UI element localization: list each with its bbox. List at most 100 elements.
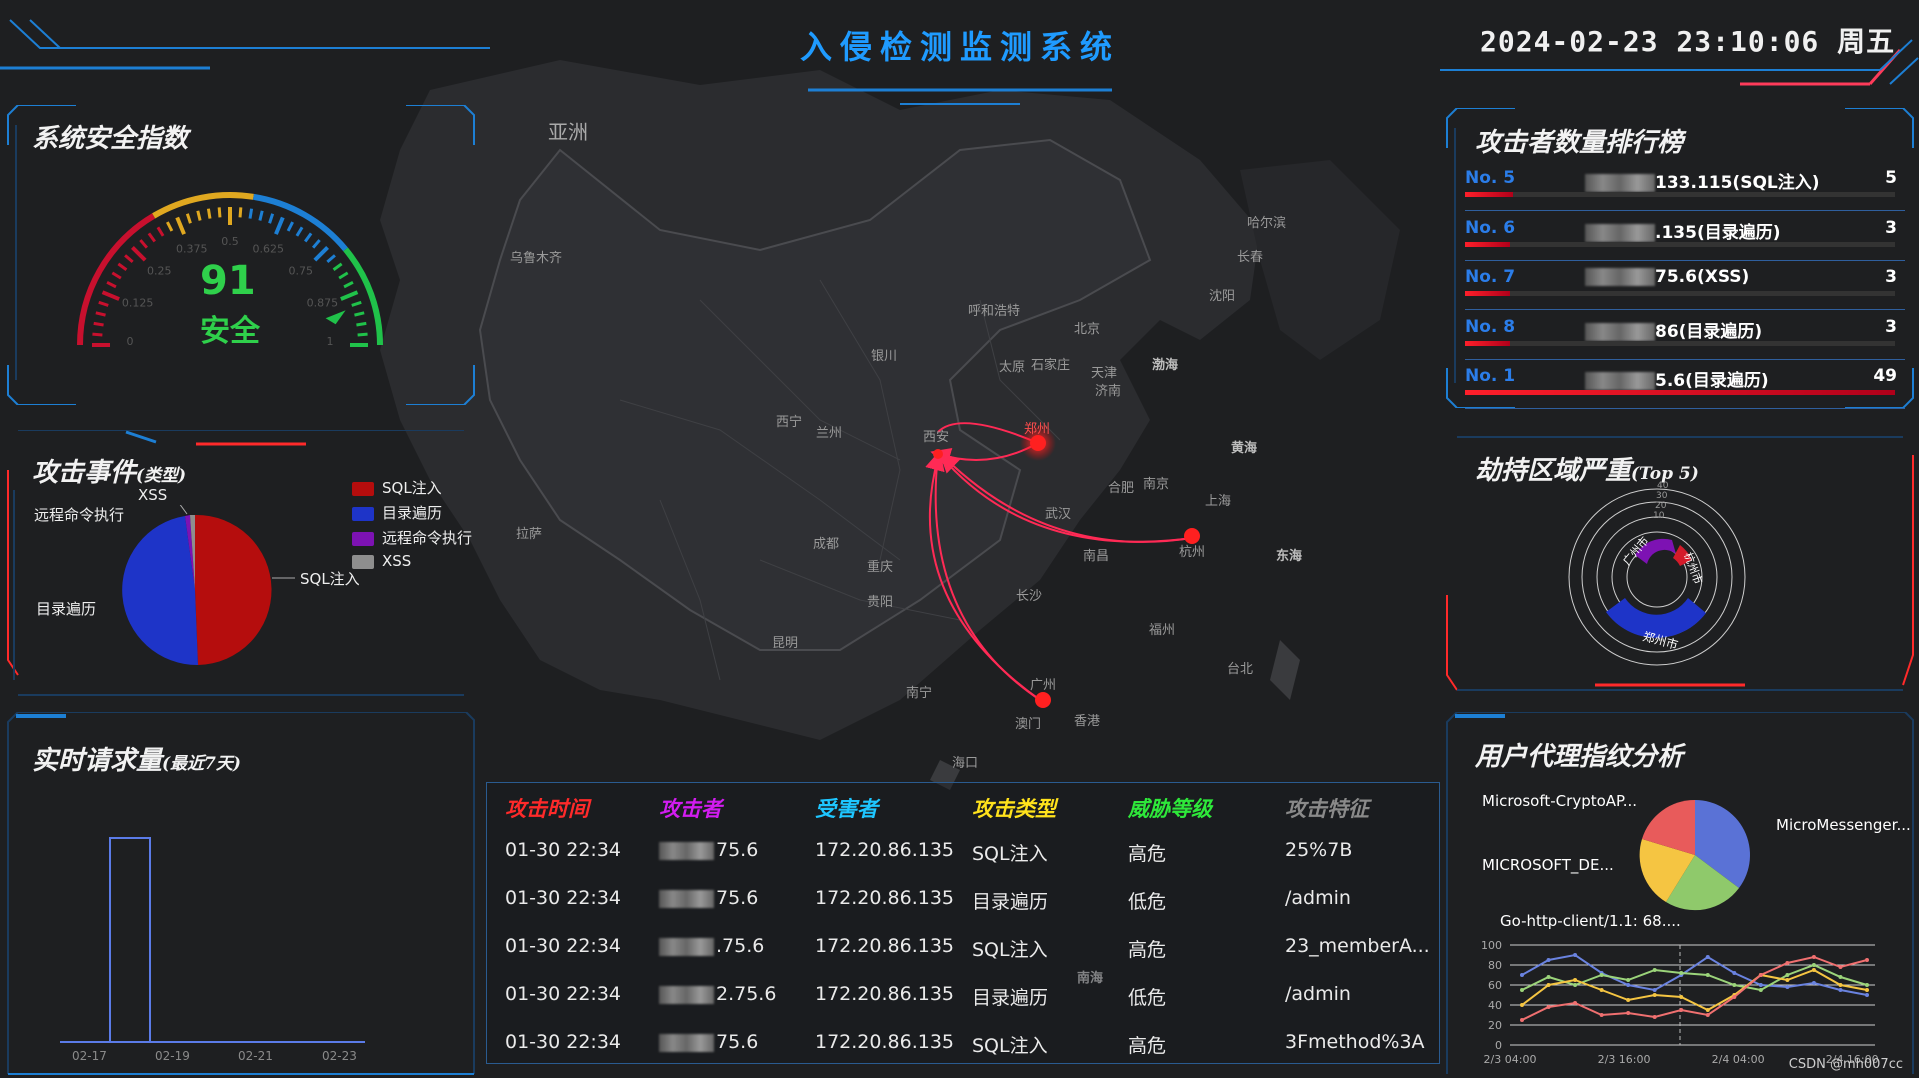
table-cell-attacker: 2.75.6 xyxy=(659,983,776,1005)
city-label: 兰州 xyxy=(816,426,843,441)
table-header[interactable]: 攻击者 xyxy=(659,793,722,823)
legend-swatch xyxy=(352,531,374,546)
city-label: 广州 xyxy=(1030,678,1057,693)
y-tick-label: 40 xyxy=(1488,999,1502,1012)
rank-count: 3 xyxy=(1885,316,1897,337)
table-cell-level: 高危 xyxy=(1128,1035,1167,1057)
table-cell-time: 01-30 22:34 xyxy=(505,839,622,861)
table-cell-feature: /admin xyxy=(1285,983,1351,1005)
y-tick-label: 100 xyxy=(1481,939,1502,952)
city-label: 合肥 xyxy=(1108,481,1135,496)
table-row[interactable]: 01-30 22:34 75.6 172.20.86.135 SQL注入 高危 3Fmet… xyxy=(487,1025,1437,1065)
table-cell-attacker: 75.6 xyxy=(659,839,758,861)
x-tick-label: 02-21 xyxy=(238,1049,273,1060)
table-header[interactable]: 威胁等级 xyxy=(1128,793,1212,823)
table-cell-attacker: .75.6 xyxy=(659,935,764,957)
y-tick-label: 80 xyxy=(1488,959,1502,972)
table-cell-time: 01-30 22:34 xyxy=(505,1031,622,1053)
legend-item[interactable]: SQL注入 xyxy=(352,477,442,498)
gauge-tick-label: 0.5 xyxy=(221,235,239,248)
rank-attacker-ip: 86(目录遍历) xyxy=(1585,317,1845,342)
legend-item[interactable]: XSS xyxy=(352,552,411,570)
table-cell-level: 低危 xyxy=(1128,987,1167,1009)
city-label: 武汉 xyxy=(1045,507,1072,522)
table-cell-type: SQL注入 xyxy=(972,939,1048,961)
city-label: 长春 xyxy=(1237,250,1264,265)
x-tick-label: 02-17 xyxy=(72,1049,107,1060)
legend-swatch xyxy=(352,481,374,496)
city-label: 郑州 xyxy=(1024,422,1051,437)
table-cell-feature: 23_memberA... xyxy=(1285,935,1430,957)
rank-bar-track xyxy=(1465,192,1895,197)
hijack-polar-chart: 郑州市 广州市 杭州市 10 20 30 40 xyxy=(1568,481,1746,666)
ranking-row[interactable]: No. 8 86(目录遍历) 3 xyxy=(1465,311,1905,360)
redacted-ip xyxy=(659,937,714,956)
city-label: 福州 xyxy=(1149,623,1176,638)
table-row[interactable]: 01-30 22:34 2.75.6 172.20.86.135 目录遍历 低危/adm… xyxy=(487,977,1437,1017)
legend-swatch xyxy=(352,554,374,569)
gauge-pointer xyxy=(325,310,346,325)
rank-bar-track xyxy=(1465,340,1895,346)
table-cell-type: 目录遍历 xyxy=(972,987,1049,1009)
table-cell-type: 目录遍历 xyxy=(972,891,1049,913)
city-label: 澳门 xyxy=(1015,717,1042,732)
city-label: 重庆 xyxy=(867,560,894,575)
page-title: 入侵检测监测系统 xyxy=(799,28,1120,66)
table-row[interactable]: 01-30 22:34 75.6 172.20.86.135 目录遍历 低危/admin xyxy=(487,881,1437,921)
gauge-tick-label: 0.75 xyxy=(288,264,313,277)
city-label: 南宁 xyxy=(906,686,933,701)
city-label: 台北 xyxy=(1227,662,1254,677)
city-label: 长沙 xyxy=(1016,589,1043,604)
gauge-tick-label: 0.375 xyxy=(176,243,208,256)
gauge-tick-label: 0.25 xyxy=(147,264,172,277)
gauge-tick-label: 1 xyxy=(327,335,334,348)
city-label: 成都 xyxy=(813,537,840,552)
ranking-row[interactable]: No. 7 75.6(XSS) 3 xyxy=(1465,261,1905,310)
rank-number: No. 5 xyxy=(1465,168,1516,188)
redacted-ip xyxy=(659,889,714,908)
rank-attacker-ip: .135(目录遍历) xyxy=(1585,218,1845,243)
table-cell-victim: 172.20.86.135 xyxy=(815,839,955,861)
table-header[interactable]: 受害者 xyxy=(815,793,878,823)
table-cell-time: 01-30 22:34 xyxy=(505,887,622,909)
table-header[interactable]: 攻击类型 xyxy=(972,793,1056,823)
city-label: 呼和浩特 xyxy=(968,304,1021,319)
legend-item[interactable]: 目录遍历 xyxy=(352,502,442,523)
redacted-ip xyxy=(1585,174,1655,192)
rank-count: 49 xyxy=(1873,366,1897,386)
ua-label: Microsoft-CryptoAP... xyxy=(1482,792,1638,810)
pie-label-dir: 目录遍历 xyxy=(36,600,97,618)
ranking-row[interactable]: No. 5 133.115(SQL注入) 5 xyxy=(1465,162,1905,211)
attack-table: 攻击时间 攻击者 受害者 攻击类型 威胁等级 攻击特征 01-30 22:34 75.6 172… xyxy=(486,782,1440,1064)
sea-label: 黄海 xyxy=(1231,441,1258,456)
redacted-ip xyxy=(1585,372,1655,390)
table-header[interactable]: 攻击特征 xyxy=(1285,793,1369,823)
city-label: 南昌 xyxy=(1083,549,1110,564)
city-label: 哈尔滨 xyxy=(1247,216,1287,231)
city-label: 乌鲁木齐 xyxy=(510,251,563,266)
table-cell-victim: 172.20.86.135 xyxy=(815,887,955,909)
table-cell-type: SQL注入 xyxy=(972,1035,1048,1057)
table-cell-time: 01-30 22:34 xyxy=(505,935,622,957)
gauge-tick-label: 0.125 xyxy=(122,297,154,310)
rank-number: No. 6 xyxy=(1465,217,1516,238)
x-tick-label: 02-19 xyxy=(155,1049,190,1060)
svg-text:20: 20 xyxy=(1655,501,1667,511)
city-label: 上海 xyxy=(1205,494,1232,509)
table-header[interactable]: 攻击时间 xyxy=(505,793,589,823)
table-cell-feature: 25%7B xyxy=(1285,839,1353,861)
legend-item[interactable]: 远程命令执行 xyxy=(352,527,472,548)
map-region-label: 亚洲 xyxy=(548,120,588,144)
redacted-ip xyxy=(659,841,714,860)
ranking-row[interactable]: No. 6 .135(目录遍历) 3 xyxy=(1465,212,1905,261)
ranking-title: 攻击者数量排行榜 xyxy=(1475,128,1684,158)
city-label: 北京 xyxy=(1074,322,1101,337)
rank-attacker-ip: 133.115(SQL注入) xyxy=(1585,168,1845,193)
ranking-row[interactable]: No. 1 5.6(目录遍历) 49 xyxy=(1465,360,1905,409)
requests-title: 实时请求量(最近7天) xyxy=(32,746,241,776)
gauge-tick-label: 0.625 xyxy=(253,243,285,256)
table-row[interactable]: 01-30 22:34 .75.6 172.20.86.135 SQL注入 高危 23_m… xyxy=(487,929,1437,969)
ring-label: 杭州市 xyxy=(1681,550,1705,586)
pie-leader-lines xyxy=(272,577,295,579)
table-row[interactable]: 01-30 22:34 75.6 172.20.86.135 SQL注入 高危 25%7B xyxy=(487,833,1437,873)
